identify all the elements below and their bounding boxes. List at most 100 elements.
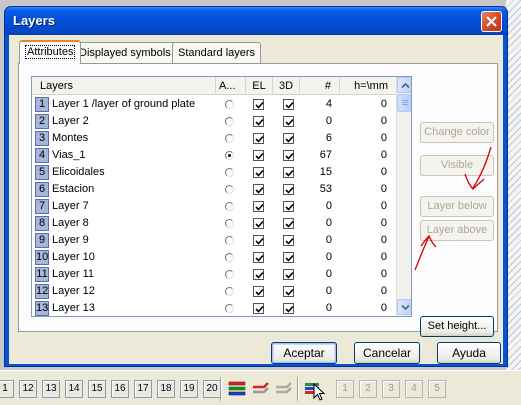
layer-toolbar-button[interactable]: 12 — [19, 380, 37, 398]
layer-name[interactable]: Layer 8 — [52, 217, 89, 229]
3d-checkbox[interactable] — [283, 116, 294, 127]
layer-name[interactable]: Layer 13 — [52, 302, 95, 314]
layer-name[interactable]: Vias_1 — [52, 149, 85, 161]
active-layer-radio[interactable] — [225, 151, 234, 160]
tab-attributes[interactable]: Attributes — [19, 40, 82, 64]
layer-number-button[interactable]: 1 — [35, 97, 49, 112]
layer-name[interactable]: Layer 10 — [52, 251, 95, 263]
layer-number-button[interactable]: 4 — [35, 148, 49, 163]
layer-name[interactable]: Elicoidales — [52, 166, 105, 178]
layer-name[interactable]: Estacion — [52, 183, 94, 195]
el-checkbox[interactable] — [253, 252, 264, 263]
3d-checkbox[interactable] — [283, 150, 294, 161]
layer-row[interactable]: 4 Vias_1 67 0 — [32, 147, 396, 164]
el-checkbox[interactable] — [253, 116, 264, 127]
vertical-scrollbar[interactable] — [396, 77, 411, 316]
layer-move-up-icon[interactable] — [273, 379, 293, 399]
layer-name[interactable]: Layer 9 — [52, 234, 89, 246]
layer-number-button[interactable]: 3 — [35, 131, 49, 146]
layer-name[interactable]: Layer 7 — [52, 200, 89, 212]
active-layer-radio[interactable] — [225, 202, 234, 211]
layer-above-button[interactable]: Layer above — [420, 220, 494, 241]
3d-checkbox[interactable] — [283, 303, 294, 314]
layer-number-button[interactable]: 10 — [35, 250, 49, 265]
el-checkbox[interactable] — [253, 167, 264, 178]
standard-layer-button[interactable]: 4 — [405, 380, 423, 398]
change-color-button[interactable]: Change color — [420, 122, 494, 143]
active-layer-radio[interactable] — [225, 270, 234, 279]
layer-toolbar-button[interactable]: 19 — [180, 380, 198, 398]
layers-stack-icon[interactable] — [227, 379, 247, 399]
layer-toolbar-button[interactable]: 20 — [203, 380, 221, 398]
active-layer-radio[interactable] — [225, 134, 234, 143]
column-header-active[interactable]: A... — [216, 77, 246, 95]
3d-checkbox[interactable] — [283, 218, 294, 229]
layer-name[interactable]: Layer 1 /layer of ground plate — [52, 98, 195, 110]
3d-checkbox[interactable] — [283, 201, 294, 212]
tab-displayed-symbols[interactable]: Displayed symbols — [73, 42, 177, 63]
el-checkbox[interactable] — [253, 184, 264, 195]
layer-row[interactable]: 13 Layer 13 0 0 — [32, 300, 396, 316]
layer-name[interactable]: Layer 12 — [52, 285, 95, 297]
3d-checkbox[interactable] — [283, 184, 294, 195]
layer-row[interactable]: 7 Layer 7 0 0 — [32, 198, 396, 215]
active-layer-radio[interactable] — [225, 219, 234, 228]
el-checkbox[interactable] — [253, 99, 264, 110]
layer-toolbar-button[interactable]: 16 — [111, 380, 129, 398]
active-layer-radio[interactable] — [225, 117, 234, 126]
3d-checkbox[interactable] — [283, 252, 294, 263]
layer-row[interactable]: 6 Estacion 53 0 — [32, 181, 396, 198]
el-checkbox[interactable] — [253, 235, 264, 246]
el-checkbox[interactable] — [253, 150, 264, 161]
3d-checkbox[interactable] — [283, 133, 294, 144]
standard-layer-button[interactable]: 2 — [359, 380, 377, 398]
el-checkbox[interactable] — [253, 201, 264, 212]
column-header-count[interactable]: # — [300, 77, 340, 95]
layer-number-button[interactable]: 2 — [35, 114, 49, 129]
layer-row[interactable]: 3 Montes 6 0 — [32, 130, 396, 147]
layer-number-button[interactable]: 13 — [35, 301, 49, 316]
3d-checkbox[interactable] — [283, 286, 294, 297]
active-layer-radio[interactable] — [225, 236, 234, 245]
active-layer-radio[interactable] — [225, 253, 234, 262]
standard-layer-button[interactable]: 1 — [336, 380, 354, 398]
aceptar-button[interactable]: Aceptar — [271, 342, 337, 364]
column-header-layers[interactable]: Layers — [32, 77, 216, 95]
3d-checkbox[interactable] — [283, 235, 294, 246]
el-checkbox[interactable] — [253, 286, 264, 297]
layer-number-button[interactable]: 11 — [35, 267, 49, 282]
layer-row[interactable]: 11 Layer 11 0 0 — [32, 266, 396, 283]
title-bar[interactable]: Layers — [5, 7, 507, 35]
layer-row[interactable]: 2 Layer 2 0 0 — [32, 113, 396, 130]
cancelar-button[interactable]: Cancelar — [354, 342, 420, 364]
column-header-el[interactable]: EL — [246, 77, 273, 95]
tab-standard-layers[interactable]: Standard layers — [172, 42, 262, 63]
standard-layer-button[interactable]: 5 — [428, 380, 446, 398]
column-header-3d[interactable]: 3D — [273, 77, 300, 95]
layer-number-button[interactable]: 5 — [35, 165, 49, 180]
active-layer-radio[interactable] — [225, 287, 234, 296]
layer-toolbar-button[interactable]: 1 — [0, 380, 14, 398]
active-layer-radio[interactable] — [225, 168, 234, 177]
layer-number-button[interactable]: 6 — [35, 182, 49, 197]
layer-number-button[interactable]: 8 — [35, 216, 49, 231]
column-header-height[interactable]: h=\mm — [340, 77, 396, 95]
close-button[interactable] — [481, 11, 502, 32]
el-checkbox[interactable] — [253, 133, 264, 144]
layer-row[interactable]: 5 Elicoidales 15 0 — [32, 164, 396, 181]
scroll-up-button[interactable] — [397, 77, 411, 93]
set-height-button[interactable]: Set height... — [420, 316, 494, 337]
active-layer-radio[interactable] — [225, 185, 234, 194]
layer-toolbar-button[interactable]: 15 — [88, 380, 106, 398]
layer-number-button[interactable]: 7 — [35, 199, 49, 214]
ayuda-button[interactable]: Ayuda — [437, 342, 501, 364]
layer-number-button[interactable]: 9 — [35, 233, 49, 248]
3d-checkbox[interactable] — [283, 99, 294, 110]
layer-row[interactable]: 8 Layer 8 0 0 — [32, 215, 396, 232]
layer-toolbar-button[interactable]: 14 — [65, 380, 83, 398]
layer-row[interactable]: 1 Layer 1 /layer of ground plate 4 0 — [32, 96, 396, 113]
layer-name[interactable]: Layer 2 — [52, 115, 89, 127]
scroll-thumb[interactable] — [397, 94, 411, 112]
layer-name[interactable]: Montes — [52, 132, 88, 144]
layer-toolbar-button[interactable]: 18 — [157, 380, 175, 398]
